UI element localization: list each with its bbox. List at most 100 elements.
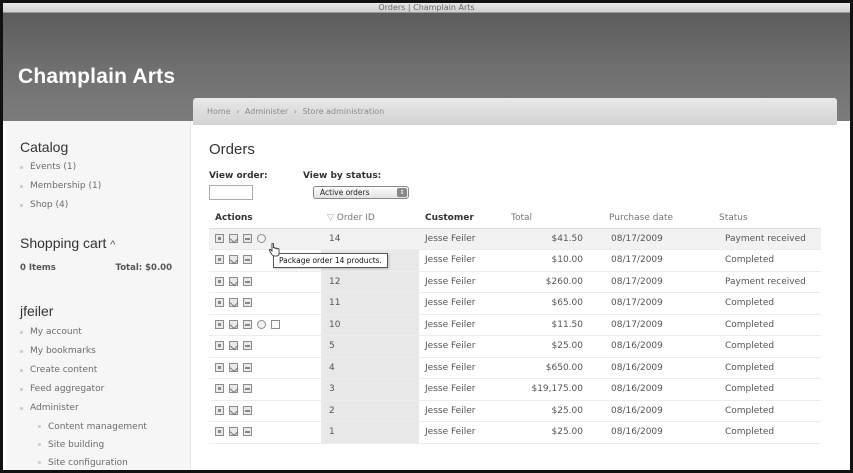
cart-total: Total: $0.00 [115,263,172,273]
customer-name[interactable]: Jesse Feiler [419,378,505,401]
view-icon[interactable] [215,255,224,265]
edit-icon[interactable] [229,233,238,243]
edit-icon[interactable] [229,362,238,372]
print-icon[interactable] [243,341,252,351]
edit-icon[interactable] [229,276,238,286]
order-id[interactable]: 12 [321,271,419,293]
print-icon[interactable] [243,362,252,372]
breadcrumb-administer-link[interactable]: Administer [245,107,288,116]
edit-icon[interactable] [229,384,238,394]
customer-name[interactable]: Jesse Feiler [419,421,505,444]
table-row: 4 Jesse Feiler $650.00 08/16/2009 Comple… [209,357,821,379]
row-actions [209,335,321,358]
menu-my-bookmarks[interactable]: My bookmarks [20,342,190,361]
print-icon[interactable] [243,384,252,394]
order-total: $25.00 [505,400,595,422]
order-status: Completed [705,421,821,444]
edit-icon[interactable] [229,255,238,265]
edit-icon[interactable] [229,405,238,415]
column-purchase-date[interactable]: Purchase date [595,208,705,229]
ship-icon[interactable] [271,319,280,329]
package-icon[interactable] [257,319,266,329]
breadcrumb-home-link[interactable]: Home [207,107,231,116]
view-icon[interactable] [215,276,224,286]
column-status[interactable]: Status [705,208,821,229]
cart-summary: 0 Items Total: $0.00 [6,263,190,273]
column-total[interactable]: Total [505,208,595,229]
row-actions [209,271,321,293]
edit-icon[interactable] [229,341,238,351]
view-icon[interactable] [215,384,224,394]
catalog-item-events[interactable]: Events (1) [20,158,190,177]
customer-name[interactable]: Jesse Feiler [419,335,505,358]
table-header-row: Actions ▽ Order ID Customer Total Purcha… [209,208,821,229]
order-id[interactable]: 11 [321,292,419,315]
view-icon[interactable] [215,362,224,372]
print-icon[interactable] [243,298,252,308]
edit-icon[interactable] [229,298,238,308]
catalog-item-membership[interactable]: Membership (1) [20,177,190,196]
main-content: Orders View order: View by status: Activ… [193,125,837,470]
site-name-link[interactable]: Champlain Arts [18,65,175,89]
view-icon[interactable] [215,233,224,243]
cart-collapse-icon[interactable]: ^ [110,239,115,251]
print-icon[interactable] [243,233,252,243]
order-id[interactable]: 5 [321,335,419,358]
menu-site-configuration[interactable]: Site configuration [38,454,190,470]
order-id[interactable]: 14 [321,228,419,250]
customer-name[interactable]: Jesse Feiler [419,357,505,379]
purchase-date: 08/16/2009 [595,400,705,422]
cart-block-title: Shopping cart ^ [6,235,190,251]
print-icon[interactable] [243,276,252,286]
customer-name[interactable]: Jesse Feiler [419,400,505,422]
customer-name[interactable]: Jesse Feiler [419,249,505,272]
view-icon[interactable] [215,341,224,351]
browser-window: Orders | Champlain Arts Champlain Arts H… [0,0,853,473]
order-id[interactable]: 3 [321,378,419,401]
order-id[interactable]: 4 [321,357,419,379]
customer-name[interactable]: Jesse Feiler [419,271,505,293]
cart-items-count: 0 Items [20,263,56,273]
catalog-list: Events (1) Membership (1) Shop (4) [6,158,190,215]
customer-name[interactable]: Jesse Feiler [419,228,505,250]
column-customer[interactable]: Customer [419,208,505,229]
view-icon[interactable] [215,298,224,308]
menu-administer[interactable]: Administer [20,399,190,418]
purchase-date: 08/16/2009 [595,335,705,358]
order-id[interactable]: 2 [321,400,419,422]
order-status: Completed [705,249,821,272]
column-order-id[interactable]: ▽ Order ID [321,208,419,229]
print-icon[interactable] [243,427,252,437]
view-icon[interactable] [215,405,224,415]
menu-feed-aggregator[interactable]: Feed aggregator [20,380,190,399]
row-actions [209,314,321,336]
breadcrumb-separator: › [236,107,240,116]
customer-name[interactable]: Jesse Feiler [419,314,505,336]
window-title: Orders | Champlain Arts [378,3,475,12]
package-icon[interactable] [257,233,266,243]
edit-icon[interactable] [229,427,238,437]
menu-site-building[interactable]: Site building [38,436,190,454]
view-icon[interactable] [215,427,224,437]
breadcrumb-store-admin-link[interactable]: Store administration [302,107,384,116]
order-id[interactable]: 10 [321,314,419,336]
hand-pointer-icon [268,243,280,257]
customer-name[interactable]: Jesse Feiler [419,292,505,315]
view-order-input[interactable] [209,185,253,200]
view-icon[interactable] [215,319,224,329]
order-id[interactable]: 1 [321,421,419,444]
row-actions [209,421,321,444]
catalog-item-shop[interactable]: Shop (4) [20,196,190,215]
menu-create-content[interactable]: Create content [20,361,190,380]
status-filter-select[interactable]: Active orders ⇕ [313,186,409,199]
edit-icon[interactable] [229,319,238,329]
menu-my-account[interactable]: My account [20,323,190,342]
print-icon[interactable] [243,319,252,329]
row-actions [209,228,321,250]
print-icon[interactable] [243,255,252,265]
order-status: Payment received [705,228,821,250]
view-by-status-label: View by status: [303,171,382,181]
purchase-date: 08/17/2009 [595,228,705,250]
menu-content-management[interactable]: Content management [38,418,190,436]
print-icon[interactable] [243,405,252,415]
